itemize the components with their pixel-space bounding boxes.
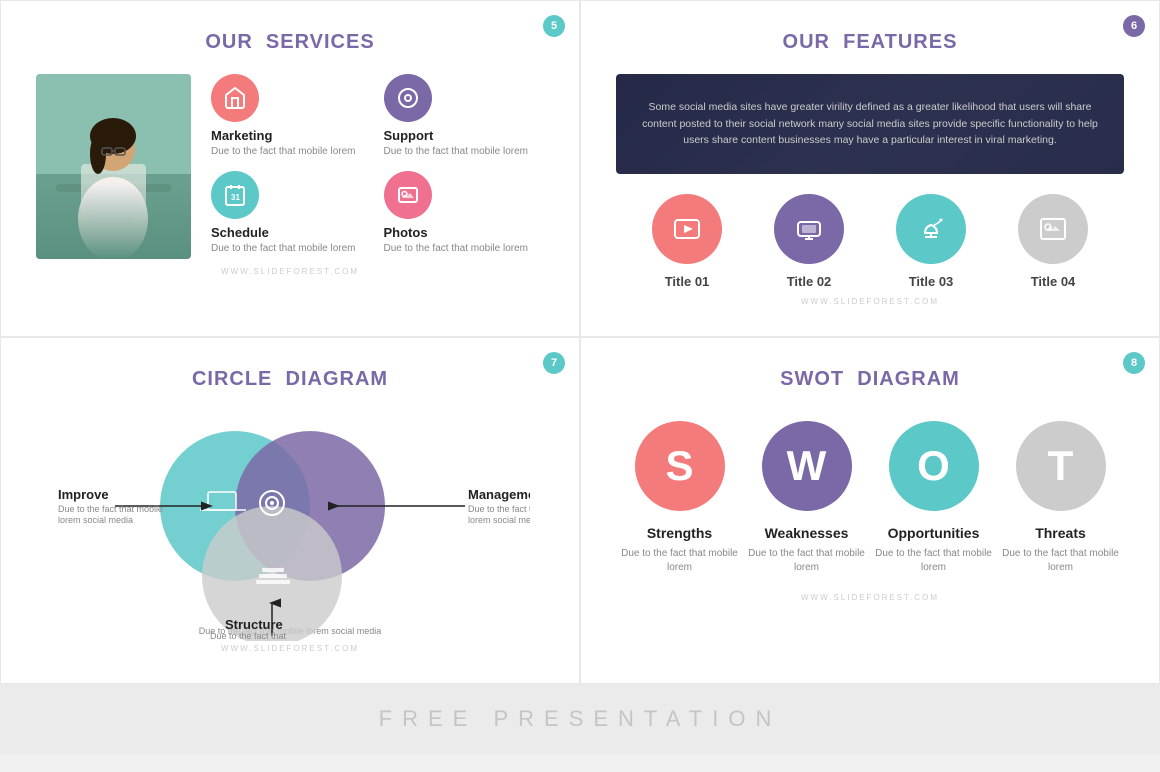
feature-title-01: Title 01 [652, 274, 722, 289]
slide-title-circle: CIRCLE DIAGRAM [36, 368, 544, 391]
title-plain-2: OUR [783, 31, 830, 53]
feature-title-04: Title 04 [1018, 274, 1088, 289]
watermark-2: WWW.SLIDEFOREST.COM [616, 297, 1124, 306]
services-grid: Marketing Due to the fact that mobile lo… [211, 74, 544, 256]
svg-text:lorem social media: lorem social media [468, 515, 530, 525]
slide-number-6: 6 [1123, 15, 1145, 37]
swot-circle-w: W [762, 421, 852, 511]
swot-desc-o: Due to the fact that mobile lorem [874, 547, 994, 575]
feature-title-03: Title 03 [896, 274, 966, 289]
title-accent-1: SERVICES [266, 31, 375, 53]
slide-circle-diagram: 7 CIRCLE DIAGRAM [0, 337, 580, 684]
swot-content: S Strengths Due to the fact that mobile … [616, 411, 1124, 585]
slide-our-services: 5 OUR SERVICES [0, 0, 580, 337]
feature-icon-01 [652, 194, 722, 264]
slide-title-swot: SWOT DIAGRAM [616, 368, 1124, 391]
feature-icon-02 [774, 194, 844, 264]
schedule-icon: 31 [211, 171, 259, 219]
marketing-name: Marketing [211, 128, 372, 143]
service-support: Support Due to the fact that mobile lore… [384, 74, 545, 159]
swot-weaknesses: W Weaknesses Due to the fact that mobile… [747, 421, 867, 575]
slide-number-8: 8 [1123, 352, 1145, 374]
schedule-desc: Due to the fact that mobile lorem [211, 242, 372, 256]
svg-text:Structure: Structure [225, 617, 283, 632]
circle-diagram-wrapper: Improve Due to the fact that mobile lore… [36, 411, 544, 641]
features-icons: Title 01 Title 02 [616, 194, 1124, 289]
photos-desc: Due to the fact that mobile lorem [384, 242, 545, 256]
slide-number-5: 5 [543, 15, 565, 37]
swot-title-t: Threats [1001, 525, 1121, 541]
support-name: Support [384, 128, 545, 143]
main-grid: 5 OUR SERVICES [0, 0, 1160, 754]
swot-desc-t: Due to the fact that mobile lorem [1001, 547, 1121, 575]
svg-text:31: 31 [231, 193, 240, 202]
venn-diagram-svg: Improve Due to the fact that mobile lore… [50, 411, 530, 641]
swot-title-s: Strengths [620, 525, 740, 541]
service-marketing: Marketing Due to the fact that mobile lo… [211, 74, 372, 159]
feature-title-02: Title 02 [774, 274, 844, 289]
slide-number-7: 7 [543, 352, 565, 374]
feature-title02: Title 02 [774, 194, 844, 289]
feature-icon-03 [896, 194, 966, 264]
title-plain-4: SWOT [780, 368, 844, 390]
watermark-1: WWW.SLIDEFOREST.COM [36, 267, 544, 276]
support-desc: Due to the fact that mobile lorem [384, 145, 545, 159]
swot-opportunities: O Opportunities Due to the fact that mob… [874, 421, 994, 575]
photos-icon [384, 171, 432, 219]
title-accent-3: DIAGRAM [286, 368, 389, 390]
features-banner: Some social media sites have greater vir… [616, 74, 1124, 174]
schedule-name: Schedule [211, 225, 372, 240]
svg-text:Due to the fact that mobile: Due to the fact that mobile [58, 504, 163, 514]
title-accent-4: DIAGRAM [857, 368, 960, 390]
slide-title-features: OUR FEATURES [616, 31, 1124, 54]
services-content: Marketing Due to the fact that mobile lo… [36, 74, 544, 259]
svg-text:Management: Management [468, 487, 530, 502]
feature-title03: Title 03 [896, 194, 966, 289]
service-photos: Photos Due to the fact that mobile lorem [384, 171, 545, 256]
bottom-banner: FREE PRESENTATION [0, 684, 1160, 754]
feature-icon-04 [1018, 194, 1088, 264]
feature-title01: Title 01 [652, 194, 722, 289]
marketing-desc: Due to the fact that mobile lorem [211, 145, 372, 159]
person-illustration [36, 74, 191, 259]
feature-title04: Title 04 [1018, 194, 1088, 289]
svg-text:Due to the fact that: Due to the fact that [210, 631, 287, 641]
svg-text:lorem social media: lorem social media [58, 515, 133, 525]
title-plain-1: OUR [205, 31, 252, 53]
swot-circle-s: S [635, 421, 725, 511]
services-image [36, 74, 191, 259]
slide-swot-diagram: 8 SWOT DIAGRAM S Strengths Due to the fa… [580, 337, 1160, 684]
marketing-icon [211, 74, 259, 122]
watermark-3: WWW.SLIDEFOREST.COM [36, 644, 544, 653]
svg-text:Due to the fact that mobile: Due to the fact that mobile [468, 504, 530, 514]
swot-title-o: Opportunities [874, 525, 994, 541]
swot-desc-w: Due to the fact that mobile lorem [747, 547, 867, 575]
features-banner-text: Some social media sites have greater vir… [636, 99, 1104, 149]
title-accent-2: FEATURES [843, 31, 957, 53]
slide-our-features: 6 OUR FEATURES Some social media sites h… [580, 0, 1160, 337]
swot-threats: T Threats Due to the fact that mobile lo… [1001, 421, 1121, 575]
svg-text:Improve: Improve [58, 487, 109, 502]
slide-title-services: OUR SERVICES [36, 31, 544, 54]
service-schedule: 31 Schedule Due to the fact that mobile … [211, 171, 372, 256]
photos-name: Photos [384, 225, 545, 240]
watermark-4: WWW.SLIDEFOREST.COM [616, 593, 1124, 602]
swot-desc-s: Due to the fact that mobile lorem [620, 547, 740, 575]
title-plain-3: CIRCLE [192, 368, 272, 390]
swot-title-w: Weaknesses [747, 525, 867, 541]
swot-circle-t: T [1016, 421, 1106, 511]
swot-strengths: S Strengths Due to the fact that mobile … [620, 421, 740, 575]
swot-circle-o: O [889, 421, 979, 511]
support-icon [384, 74, 432, 122]
